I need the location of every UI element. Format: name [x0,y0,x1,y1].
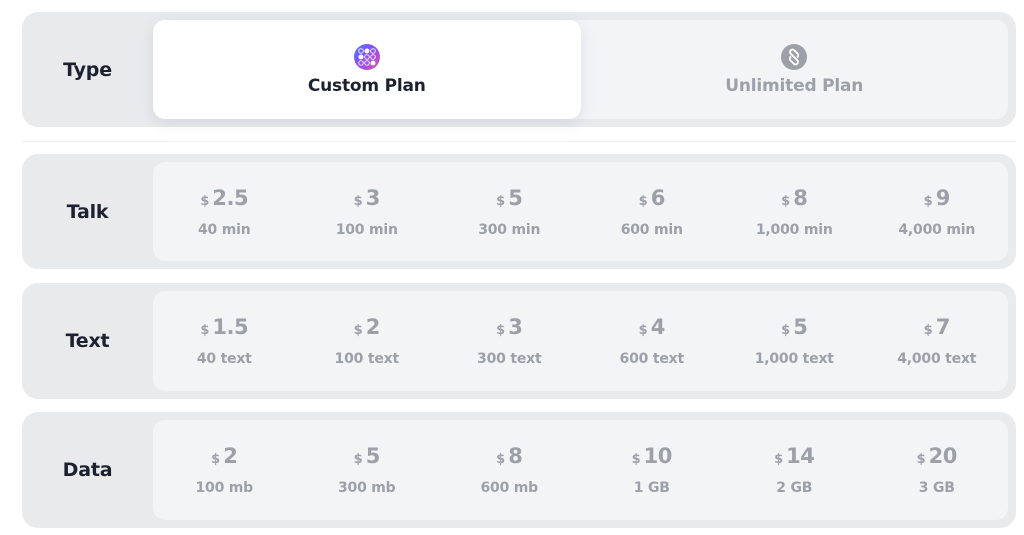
quantity: 600 text [619,351,685,367]
data-option[interactable]: $14 2 GB [723,420,866,520]
currency-symbol: $ [916,452,926,467]
text-option[interactable]: $4 600 text [581,291,724,391]
currency-symbol: $ [496,323,506,338]
divider [22,141,1016,142]
currency-symbol: $ [774,452,784,467]
talk-option[interactable]: $9 4,000 min [866,162,1009,261]
talk-option[interactable]: $2.5 40 min [153,162,296,261]
price: 8 [508,444,523,468]
quantity: 2 GB [776,480,813,496]
price: 7 [935,315,951,339]
text-option[interactable]: $5 1,000 text [723,291,866,391]
text-option[interactable]: $7 4,000 text [866,291,1009,391]
price: 5 [508,185,523,210]
currency-symbol: $ [211,452,221,467]
price: 5 [365,444,381,468]
price: 6 [650,185,666,210]
price: 9 [935,185,951,210]
price: 3 [508,315,523,339]
quantity: 100 min [335,221,398,238]
quantity: 100 mb [195,480,253,496]
quantity: 1 GB [633,480,670,496]
quantity: 100 text [334,351,400,367]
quantity: 600 min [620,221,683,238]
data-option[interactable]: $2 100 mb [153,420,296,520]
price: 1.5 [212,315,249,339]
text-options: $1.5 40 text $2 100 text $3 300 text $4 600 … [153,291,1008,391]
quantity: 4,000 min [898,221,976,238]
currency-symbol: $ [923,323,933,338]
data-option[interactable]: $5 300 mb [296,420,439,520]
price: 2 [223,444,238,468]
row-label-talk: Talk [66,200,109,223]
currency-symbol: $ [200,323,210,338]
row-label-data: Data [62,459,113,481]
currency-symbol: $ [781,193,791,209]
price: 20 [928,444,958,468]
text-row: Text $1.5 40 text $2 100 text $3 300 text $… [22,283,1016,399]
text-option[interactable]: $1.5 40 text [153,291,296,391]
unlimited-plan-option[interactable]: Unlimited Plan [581,20,1009,119]
currency-symbol: $ [353,323,363,338]
currency-symbol: $ [638,193,648,209]
currency-symbol: $ [781,323,791,338]
data-option[interactable]: $10 1 GB [581,420,724,520]
talk-row: Talk $2.5 40 min $3 100 min $5 300 min $6 60… [22,154,1016,269]
currency-symbol: $ [496,452,506,467]
unlimited-plan-label: Unlimited Plan [725,75,864,96]
currency-symbol: $ [353,452,363,467]
quantity: 40 min [197,221,251,238]
quantity: 1,000 text [754,351,834,367]
data-option[interactable]: $8 600 mb [438,420,581,520]
infinity-loop-icon [781,43,808,70]
text-option[interactable]: $3 300 text [438,291,581,391]
text-option[interactable]: $2 100 text [296,291,439,391]
custom-plan-label: Custom Plan [307,75,426,96]
talk-option[interactable]: $6 600 min [581,162,724,261]
quantity: 3 GB [918,480,955,496]
price: 14 [786,444,815,468]
plan-type-row: Type Custom Plan Unlimited Plan [22,12,1016,127]
price: 8 [793,185,808,210]
currency-symbol: $ [496,193,506,209]
quantity: 300 text [477,351,542,367]
quantity: 40 text [196,351,252,367]
currency-symbol: $ [631,452,641,467]
talk-options: $2.5 40 min $3 100 min $5 300 min $6 600 min… [153,162,1008,261]
talk-option[interactable]: $5 300 min [438,162,581,261]
currency-symbol: $ [638,323,648,338]
row-label-text: Text [65,330,110,352]
price: 2 [365,315,381,339]
row-label-type: Type [63,58,112,81]
quantity: 300 min [478,221,541,238]
price: 2.5 [212,185,249,210]
data-options: $2 100 mb $5 300 mb $8 600 mb $10 1 GB $14 2 … [153,420,1008,520]
currency-symbol: $ [200,193,210,209]
price: 5 [793,315,808,339]
quantity: 1,000 min [755,221,833,238]
plan-type-selector: Custom Plan Unlimited Plan [153,20,1008,119]
price: 3 [365,185,381,210]
currency-symbol: $ [923,193,933,209]
dots-grid-gradient-icon [353,43,380,70]
quantity: 600 mb [480,480,538,496]
talk-option[interactable]: $8 1,000 min [723,162,866,261]
quantity: 4,000 text [897,351,977,367]
quantity: 300 mb [337,480,396,496]
price: 10 [643,444,673,468]
price: 4 [650,315,666,339]
talk-option[interactable]: $3 100 min [296,162,439,261]
data-row: Data $2 100 mb $5 300 mb $8 600 mb $10 1 GB … [22,412,1016,528]
custom-plan-option[interactable]: Custom Plan [153,20,581,119]
currency-symbol: $ [353,193,363,209]
data-option[interactable]: $20 3 GB [866,420,1009,520]
